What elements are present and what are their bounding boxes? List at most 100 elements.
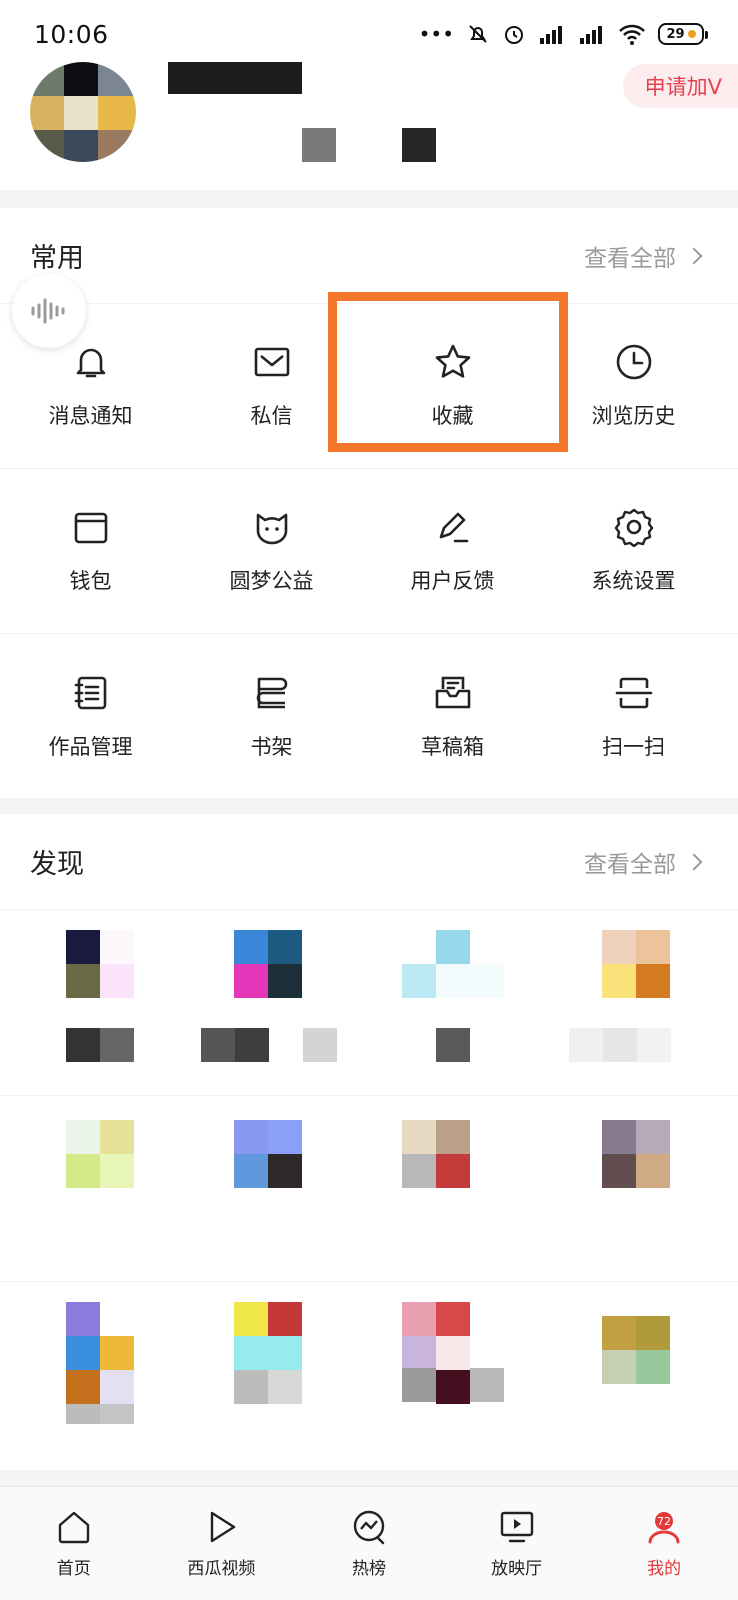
signal-hd-1-icon [540, 26, 562, 44]
nav-label: 西瓜视频 [187, 1559, 256, 1579]
profile-stat-redacted [402, 128, 436, 162]
wallet-item[interactable]: 钱包 [0, 469, 181, 633]
scan-icon [615, 677, 652, 708]
common-section: 常用 查看全部 消息通知 私信 收藏 浏览历史 钱包 圆梦公益 用户反馈 系统设… [0, 208, 738, 798]
battery-indicator: 29 [658, 23, 708, 45]
home-icon [58, 1511, 89, 1544]
feedback-item[interactable]: 用户反馈 [362, 469, 543, 633]
discover-app-tile[interactable] [362, 910, 543, 1095]
history-item[interactable]: 浏览历史 [543, 304, 724, 468]
app-icon-redacted [234, 1302, 302, 1424]
chevron-right-icon [685, 247, 703, 264]
nav-hot-list[interactable]: 热榜 [295, 1487, 443, 1600]
discover-app-tile[interactable] [0, 1096, 181, 1281]
item-label: 消息通知 [48, 404, 133, 428]
item-label: 用户反馈 [410, 569, 495, 593]
item-label: 作品管理 [48, 734, 133, 759]
scan-item[interactable]: 扫一扫 [543, 634, 724, 799]
discover-header: 发现 查看全部 [0, 814, 738, 910]
bookshelf-item[interactable]: 书架 [181, 634, 362, 799]
discover-app-tile[interactable] [543, 1096, 724, 1281]
bell-icon [76, 348, 105, 378]
common-title: 常用 [30, 243, 84, 274]
nav-label: 放映厅 [491, 1559, 543, 1579]
private-messages-item[interactable]: 私信 [181, 304, 362, 468]
books-icon [256, 677, 287, 708]
gear-icon [614, 508, 653, 547]
notebook-icon [74, 676, 106, 709]
discover-app-tile[interactable] [543, 1282, 724, 1469]
discover-app-tile[interactable] [0, 910, 181, 1095]
item-label: 扫一扫 [602, 734, 665, 759]
chevron-right-icon [685, 853, 703, 870]
app-icon-redacted [66, 930, 134, 998]
nav-label: 我的 [647, 1559, 682, 1579]
nav-label: 热榜 [351, 1559, 386, 1579]
nav-cinema[interactable]: 放映厅 [443, 1487, 591, 1600]
app-icon-redacted [402, 1120, 470, 1188]
apply-verification-button[interactable]: 申请加V [622, 64, 738, 108]
discover-see-all-link[interactable]: 查看全部 [584, 845, 703, 879]
avatar[interactable] [30, 62, 136, 162]
mute-bell-icon [469, 25, 487, 43]
discover-app-tile[interactable] [181, 1282, 362, 1469]
discover-app-tile[interactable] [181, 1096, 362, 1281]
pen-icon [439, 512, 468, 543]
see-all-label: 查看全部 [584, 851, 676, 878]
item-label: 书架 [250, 734, 293, 759]
item-label: 草稿箱 [421, 734, 484, 759]
app-icon-redacted [234, 930, 302, 998]
battery-dot [687, 30, 696, 38]
app-name-redacted [201, 1028, 337, 1062]
screen-icon [500, 1511, 533, 1543]
mail-icon [254, 347, 289, 377]
item-label: 浏览历史 [591, 404, 676, 428]
app-name-redacted [402, 1368, 504, 1402]
nav-mine[interactable]: 72 我的 [590, 1487, 738, 1600]
item-label: 收藏 [431, 404, 474, 428]
drafts-item[interactable]: 草稿箱 [362, 634, 543, 799]
app-name-redacted [569, 1028, 671, 1062]
common-see-all-link[interactable]: 查看全部 [584, 239, 703, 273]
app-icon-redacted [602, 1120, 670, 1188]
discover-row-3 [0, 1282, 738, 1469]
app-icon-redacted [234, 1120, 302, 1188]
common-header: 常用 查看全部 [0, 208, 738, 304]
star-icon [435, 344, 470, 378]
username-redacted[interactable] [168, 62, 302, 94]
nav-xigua-video[interactable]: 西瓜视频 [148, 1487, 296, 1600]
battery-level: 29 [666, 26, 685, 42]
works-management-item[interactable]: 作品管理 [0, 634, 181, 799]
item-label: 钱包 [69, 569, 112, 593]
app-icon-redacted [66, 1302, 134, 1424]
discover-row-1 [0, 910, 738, 1096]
alarm-icon [505, 26, 523, 44]
discover-title: 发现 [30, 849, 84, 880]
wifi-icon [619, 24, 645, 45]
discover-app-tile[interactable] [362, 1282, 543, 1469]
discover-app-tile[interactable] [181, 910, 362, 1095]
profile-icon: 72 [648, 1512, 680, 1544]
voice-assistant-button[interactable] [12, 274, 86, 348]
nav-home[interactable]: 首页 [0, 1487, 148, 1600]
app-icon-redacted [66, 1120, 134, 1188]
discover-app-tile[interactable] [0, 1282, 181, 1469]
nav-badge: 72 [657, 1515, 671, 1528]
trend-icon [353, 1510, 385, 1545]
more-dots-icon: ••• [418, 22, 454, 46]
status-bar: 10:06 ••• 29 [0, 0, 738, 68]
clock-icon [616, 344, 651, 380]
charity-item[interactable]: 圆梦公益 [181, 469, 362, 633]
app-icon-redacted [602, 1316, 670, 1384]
discover-app-tile[interactable] [543, 910, 724, 1095]
status-icons: ••• 29 [418, 22, 708, 46]
profile-header: 10:06 ••• 29 申请加V [0, 0, 738, 190]
item-label: 系统设置 [591, 569, 676, 593]
favorites-item[interactable]: 收藏 [362, 304, 543, 468]
item-label: 私信 [250, 404, 293, 428]
discover-section: 发现 查看全部 [0, 814, 738, 1470]
discover-app-tile[interactable] [362, 1096, 543, 1281]
signal-hd-2-icon [580, 26, 602, 44]
nav-label: 首页 [56, 1559, 91, 1579]
settings-item[interactable]: 系统设置 [543, 469, 724, 633]
